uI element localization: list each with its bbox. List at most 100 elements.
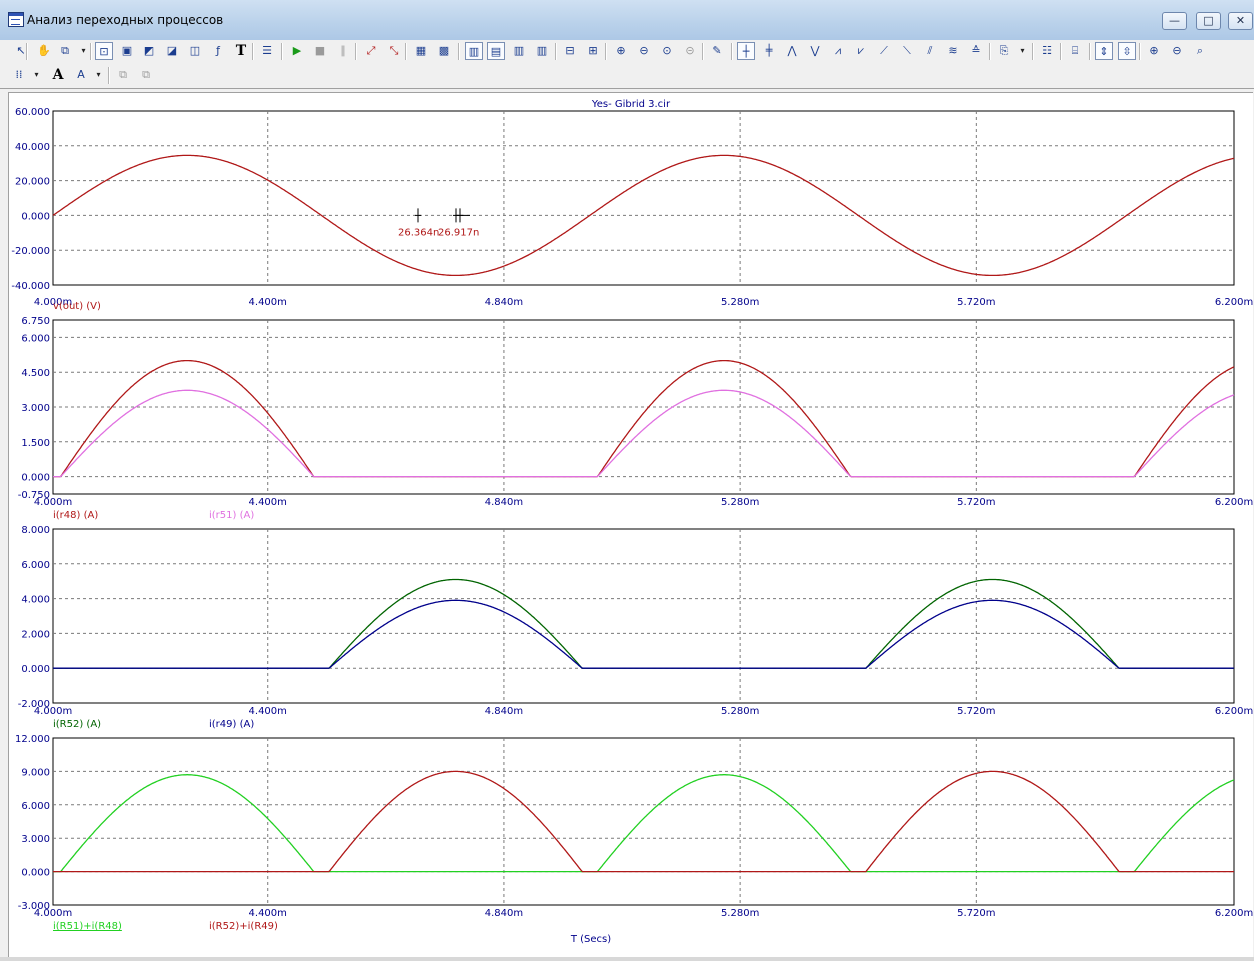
cursor-left-icon[interactable]: ╪ bbox=[760, 42, 778, 60]
properties-icon[interactable]: ☰ bbox=[258, 42, 276, 60]
toolbar-separator bbox=[555, 43, 557, 60]
bring-front-icon[interactable]: ⧉ bbox=[114, 66, 132, 84]
minimize-button[interactable]: — bbox=[1162, 12, 1187, 30]
cursor-global-low-icon[interactable]: ≋ bbox=[944, 42, 962, 60]
plot-title: Yes- Gibrid 3.cir bbox=[591, 99, 671, 110]
y-tick-label: 9.000 bbox=[21, 767, 50, 778]
stack-icon[interactable]: ⇕ bbox=[1095, 42, 1113, 60]
plot-area[interactable]: Yes- Gibrid 3.cir 60.000 40.000 20.000 0.000… bbox=[8, 92, 1253, 959]
trace-i-r49-a-[interactable] bbox=[53, 599, 1234, 669]
minimum-icon[interactable]: ◩ bbox=[140, 42, 158, 60]
x-tick-label: 6.200m bbox=[1215, 706, 1253, 717]
y-tick-label: 20.000 bbox=[15, 177, 50, 188]
dropdown-arrow-4-icon[interactable]: ▾ bbox=[94, 66, 103, 84]
edit-icon[interactable]: ✎ bbox=[708, 42, 726, 60]
x-tick-label: 4.000m bbox=[34, 706, 72, 717]
cursor-inflection-icon[interactable]: ⟍ bbox=[898, 42, 916, 60]
grid-4-icon[interactable]: ▥ bbox=[533, 42, 551, 60]
font-icon[interactable]: A bbox=[49, 66, 67, 84]
x-tick-label: 4.400m bbox=[249, 706, 287, 717]
scale-icon[interactable]: ⊡ bbox=[95, 42, 113, 60]
toolbar-separator bbox=[26, 43, 28, 60]
list-icon[interactable]: ☷ bbox=[1038, 42, 1056, 60]
x-tick-label: 5.720m bbox=[957, 297, 995, 308]
cursor-high-icon[interactable]: ⩘ bbox=[829, 42, 847, 60]
x-tick-label: 4.840m bbox=[485, 497, 523, 508]
valley-icon[interactable]: ◫ bbox=[186, 42, 204, 60]
data-points-icon[interactable]: ▦ bbox=[412, 42, 430, 60]
cursor-mode-icon[interactable]: ┼ bbox=[737, 42, 755, 60]
zoom-reset-icon[interactable]: ⊝ bbox=[681, 42, 699, 60]
trace-down-icon[interactable]: ⤡ bbox=[385, 42, 403, 60]
grid-1-icon[interactable]: ▥ bbox=[465, 42, 483, 60]
trace-i-r52-a-[interactable] bbox=[53, 578, 1234, 669]
cursor-top-icon[interactable]: ≙ bbox=[967, 42, 985, 60]
maximize-button[interactable]: □ bbox=[1196, 12, 1221, 30]
clipboard-icon[interactable]: ⎘ bbox=[995, 42, 1013, 60]
magnify-options-icon[interactable]: ⌕ bbox=[1191, 42, 1209, 60]
plot-canvas[interactable]: Yes- Gibrid 3.cir 60.000 40.000 20.000 0.000… bbox=[9, 93, 1253, 959]
grid-dots-icon[interactable]: ⁞⁞ bbox=[10, 66, 28, 84]
cursor-peak-icon[interactable]: ⋀ bbox=[783, 42, 801, 60]
send-back-icon[interactable]: ⧉ bbox=[137, 66, 155, 84]
grid-3-icon[interactable]: ▥ bbox=[510, 42, 528, 60]
magnify-minus-icon[interactable]: ⊖ bbox=[1168, 42, 1186, 60]
y-tick-label: 6.000 bbox=[21, 801, 50, 812]
cursor-low-icon[interactable]: ⩗ bbox=[852, 42, 870, 60]
tokens-icon[interactable]: ▩ bbox=[435, 42, 453, 60]
stop-icon[interactable]: ■ bbox=[311, 42, 329, 60]
y-tick-label: -40.000 bbox=[11, 281, 50, 292]
dropdown-arrow-2-icon[interactable]: ▾ bbox=[1018, 42, 1027, 60]
cursor-slope-icon[interactable]: ⟋ bbox=[875, 42, 893, 60]
y-tick-label: 0.000 bbox=[21, 868, 50, 879]
x-tick-label: 4.000m bbox=[34, 497, 72, 508]
fit-vertical-icon[interactable]: ⇳ bbox=[1118, 42, 1136, 60]
text-tool-icon[interactable]: T bbox=[232, 42, 250, 60]
magnify-plus-icon[interactable]: ⊕ bbox=[1145, 42, 1163, 60]
cursor-valley-icon[interactable]: ⋁ bbox=[806, 42, 824, 60]
trace-i-r51-a-[interactable] bbox=[53, 389, 1235, 478]
toolbar-separator bbox=[252, 43, 254, 60]
horizontal-axis-icon[interactable]: ⊟ bbox=[561, 42, 579, 60]
title-bar[interactable]: Анализ переходных процессов — □ ✕ bbox=[0, 0, 1254, 41]
trace-legend-label: i(R52)+i(R49) bbox=[209, 921, 278, 932]
pan-hand-icon[interactable]: ✋ bbox=[35, 42, 53, 60]
trace-i-r51-i-r48-[interactable] bbox=[53, 774, 1235, 873]
zoom-in-icon[interactable]: ⊕ bbox=[612, 42, 630, 60]
trace-legend-label: i(r49) (A) bbox=[209, 719, 254, 730]
zoom-fit-icon[interactable]: ⊙ bbox=[658, 42, 676, 60]
function-icon[interactable]: ƒ bbox=[209, 42, 227, 60]
app-window-icon bbox=[8, 12, 24, 27]
status-strip bbox=[0, 957, 1254, 961]
copy-icon[interactable]: ⧉ bbox=[56, 42, 74, 60]
dropdown-arrow-3-icon[interactable]: ▾ bbox=[32, 66, 41, 84]
trace-up-icon[interactable]: ⤢ bbox=[362, 42, 380, 60]
x-tick-label: 5.720m bbox=[957, 706, 995, 717]
pause-icon[interactable]: ∥ bbox=[334, 42, 352, 60]
trace-i-r52-i-r49-[interactable] bbox=[53, 770, 1234, 873]
run-icon[interactable]: ▶ bbox=[288, 42, 306, 60]
toolbar-separator bbox=[1032, 43, 1034, 60]
zoom-out-icon[interactable]: ⊖ bbox=[635, 42, 653, 60]
y-tick-label: 0.000 bbox=[21, 211, 50, 222]
peak-icon[interactable]: ◪ bbox=[163, 42, 181, 60]
font-style-icon[interactable]: A bbox=[72, 66, 90, 84]
y-tick-label: 4.000 bbox=[21, 595, 50, 606]
y-tick-label: 3.000 bbox=[21, 834, 50, 845]
dropdown-arrow-icon[interactable]: ▾ bbox=[79, 42, 88, 60]
y-tick-label: 40.000 bbox=[15, 142, 50, 153]
grid-2-icon[interactable]: ▤ bbox=[487, 42, 505, 60]
minor-grid-icon[interactable]: ⊞ bbox=[584, 42, 602, 60]
trace-legend-label: i(R51)+i(R48) bbox=[53, 921, 122, 932]
maximum-icon[interactable]: ▣ bbox=[118, 42, 136, 60]
close-button[interactable]: ✕ bbox=[1228, 12, 1253, 30]
y-tick-label: 6.750 bbox=[21, 316, 50, 327]
y-tick-label: -20.000 bbox=[11, 246, 50, 257]
x-tick-label: 6.200m bbox=[1215, 908, 1253, 919]
numeric-output-icon[interactable]: ⌸ bbox=[1066, 42, 1084, 60]
y-tick-label: 2.000 bbox=[21, 629, 50, 640]
cursor-global-high-icon[interactable]: ⫽ bbox=[921, 42, 939, 60]
trace-i-r48-a-[interactable] bbox=[53, 359, 1235, 478]
x-tick-label: 5.720m bbox=[957, 908, 995, 919]
cursor-readout-left: 26.364n bbox=[398, 227, 439, 238]
